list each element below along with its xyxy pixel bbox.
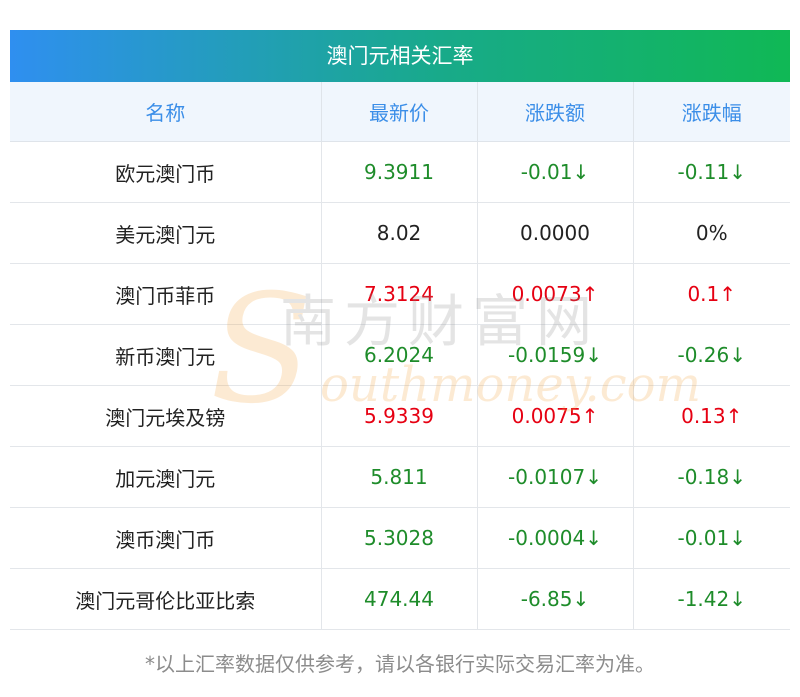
table-header-row: 名称 最新价 涨跌额 涨跌幅 — [10, 82, 790, 142]
latest-price: 6.2024 — [320, 324, 477, 386]
latest-price: 9.3911 — [320, 141, 477, 203]
price-change-percent: 0.1↑ — [632, 263, 790, 325]
price-change-percent: -0.01↓ — [632, 507, 790, 569]
price-change: -0.0004↓ — [476, 507, 633, 569]
currency-pair-name[interactable]: 澳币澳门币 — [10, 507, 321, 569]
table-row[interactable]: 美元澳门元 8.02 0.0000 0% — [10, 202, 790, 264]
currency-pair-name[interactable]: 美元澳门元 — [10, 202, 321, 264]
column-header-pct: 涨跌幅 — [632, 82, 790, 142]
price-change: -0.0159↓ — [476, 324, 633, 386]
price-change: 0.0073↑ — [476, 263, 633, 325]
currency-pair-name[interactable]: 澳门元哥伦比亚比索 — [10, 568, 321, 630]
currency-pair-name[interactable]: 新币澳门元 — [10, 324, 321, 386]
currency-pair-name[interactable]: 加元澳门元 — [10, 446, 321, 508]
table-row[interactable]: 加元澳门元 5.811 -0.0107↓ -0.18↓ — [10, 446, 790, 508]
table-row[interactable]: 欧元澳门币 9.3911 -0.01↓ -0.11↓ — [10, 141, 790, 203]
currency-pair-name[interactable]: 澳门币菲币 — [10, 263, 321, 325]
latest-price: 5.3028 — [320, 507, 477, 569]
price-change: -0.0107↓ — [476, 446, 633, 508]
table-row[interactable]: 新币澳门元 6.2024 -0.0159↓ -0.26↓ — [10, 324, 790, 386]
price-change: 0.0075↑ — [476, 385, 633, 447]
table-row[interactable]: 澳门元埃及镑 5.9339 0.0075↑ 0.13↑ — [10, 385, 790, 447]
table-title: 澳门元相关汇率 — [10, 30, 790, 82]
price-change-percent: -1.42↓ — [632, 568, 790, 630]
latest-price: 5.9339 — [320, 385, 477, 447]
price-change-percent: -0.11↓ — [632, 141, 790, 203]
price-change-percent: 0.13↑ — [632, 385, 790, 447]
currency-pair-name[interactable]: 澳门元埃及镑 — [10, 385, 321, 447]
latest-price: 7.3124 — [320, 263, 477, 325]
latest-price: 474.44 — [320, 568, 477, 630]
price-change-percent: 0% — [632, 202, 790, 264]
table-row[interactable]: 澳币澳门币 5.3028 -0.0004↓ -0.01↓ — [10, 507, 790, 569]
table-row[interactable]: 澳门元哥伦比亚比索 474.44 -6.85↓ -1.42↓ — [10, 568, 790, 630]
column-header-name: 名称 — [10, 82, 321, 142]
latest-price: 8.02 — [320, 202, 477, 264]
page: 澳门元相关汇率 名称 最新价 涨跌额 涨跌幅 欧元澳门币 9.3911 -0.0… — [0, 0, 800, 697]
table-row[interactable]: 澳门币菲币 7.3124 0.0073↑ 0.1↑ — [10, 263, 790, 325]
currency-pair-name[interactable]: 欧元澳门币 — [10, 141, 321, 203]
price-change-percent: -0.18↓ — [632, 446, 790, 508]
price-change-percent: -0.26↓ — [632, 324, 790, 386]
exchange-rate-table: 名称 最新价 涨跌额 涨跌幅 欧元澳门币 9.3911 -0.01↓ -0.11… — [10, 82, 790, 630]
price-change: -0.01↓ — [476, 141, 633, 203]
latest-price: 5.811 — [320, 446, 477, 508]
price-change: 0.0000 — [476, 202, 633, 264]
column-header-price: 最新价 — [320, 82, 477, 142]
price-change: -6.85↓ — [476, 568, 633, 630]
column-header-change: 涨跌额 — [476, 82, 633, 142]
disclaimer-footnote: *以上汇率数据仅供参考，请以各银行实际交易汇率为准。 — [145, 652, 655, 676]
